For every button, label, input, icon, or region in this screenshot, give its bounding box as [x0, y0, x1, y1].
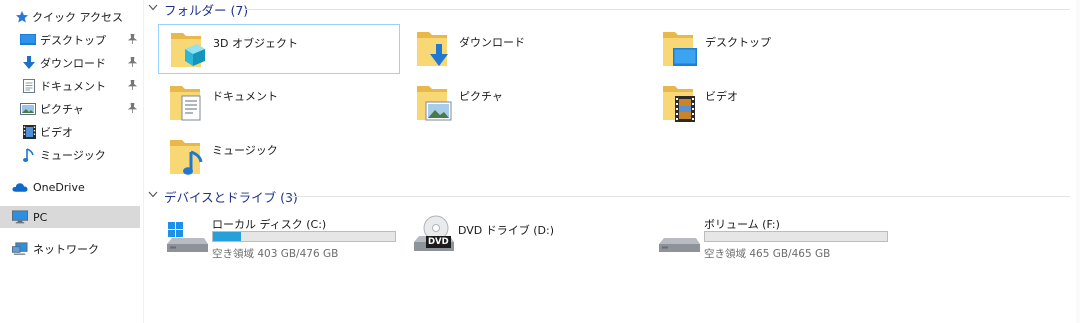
nav-item-downloads[interactable]: ダウンロード — [0, 52, 140, 74]
nav-item-videos[interactable]: ビデオ — [0, 121, 140, 143]
nav-item-music[interactable]: ミュージック — [0, 144, 140, 166]
nav-label: ネットワーク — [33, 243, 99, 256]
folder-label: ミュージック — [212, 144, 278, 157]
group-title: デバイスとドライブ (3) — [164, 189, 298, 205]
onedrive-cloud-icon — [12, 180, 28, 194]
3d-objects-folder-icon — [169, 29, 207, 71]
hard-drive-icon — [658, 214, 700, 256]
folder-tile-music[interactable]: ミュージック — [158, 132, 400, 182]
desktop-icon — [20, 33, 36, 47]
folder-tile-downloads[interactable]: ダウンロード — [405, 24, 647, 74]
videos-icon — [21, 125, 37, 139]
downloads-folder-icon — [415, 28, 453, 70]
network-icon — [12, 242, 28, 256]
nav-item-pictures[interactable]: ピクチャ — [0, 98, 140, 120]
nav-item-desktop[interactable]: デスクトップ — [0, 29, 140, 51]
document-icon — [21, 79, 37, 93]
folder-label: 3D オブジェクト — [213, 37, 298, 50]
scrollbar-track[interactable] — [1076, 0, 1080, 323]
music-icon — [21, 147, 37, 162]
usage-bar-fill — [213, 232, 241, 241]
folder-label: ドキュメント — [212, 90, 278, 103]
free-space-text: 空き領域 403 GB/476 GB — [212, 248, 339, 260]
download-icon — [21, 56, 37, 70]
nav-item-quick-access[interactable]: クイック アクセス — [0, 6, 140, 28]
drive-tile-d[interactable]: DVD DVD ドライブ (D:) — [406, 214, 646, 264]
nav-label: ドキュメント — [40, 80, 106, 93]
drive-label: DVD ドライブ (D:) — [458, 224, 555, 237]
pictures-icon — [20, 102, 36, 116]
nav-label: ビデオ — [40, 126, 73, 139]
folder-tile-documents[interactable]: ドキュメント — [158, 78, 400, 128]
folder-tile-pictures[interactable]: ピクチャ — [405, 78, 647, 128]
drive-label: ボリューム (F:) — [704, 218, 780, 231]
folder-label: ビデオ — [705, 90, 738, 103]
group-title: フォルダー (7) — [164, 2, 249, 18]
nav-item-network[interactable]: ネットワーク — [0, 238, 140, 260]
nav-label: ミュージック — [40, 149, 106, 162]
folders-group-header[interactable]: フォルダー (7) — [148, 0, 248, 18]
nav-item-documents[interactable]: ドキュメント — [0, 75, 140, 97]
music-folder-icon — [168, 136, 206, 178]
star-icon — [14, 10, 30, 24]
nav-label: デスクトップ — [40, 34, 106, 47]
nav-label: ピクチャ — [40, 103, 84, 116]
folder-tile-3d-objects[interactable]: 3D オブジェクト — [158, 24, 400, 74]
documents-folder-icon — [168, 82, 206, 124]
usage-bar — [212, 231, 396, 242]
navigation-pane: クイック アクセス デスクトップ ダウンロード ドキュメント ピクチャ ビデオ … — [0, 0, 144, 323]
pin-icon[interactable] — [127, 79, 138, 93]
dvd-drive-icon — [412, 214, 454, 256]
folder-tile-videos[interactable]: ビデオ — [651, 78, 893, 128]
pc-monitor-icon — [12, 210, 28, 224]
drive-label: ローカル ディスク (C:) — [212, 218, 327, 231]
pin-icon[interactable] — [127, 102, 138, 116]
folder-tile-desktop[interactable]: デスクトップ — [651, 24, 893, 74]
nav-item-onedrive[interactable]: OneDrive — [0, 176, 140, 198]
nav-label: OneDrive — [33, 180, 85, 194]
chevron-down-icon — [148, 191, 160, 201]
folder-label: ダウンロード — [459, 36, 525, 49]
folder-label: デスクトップ — [705, 36, 771, 49]
pictures-folder-icon — [415, 82, 453, 124]
nav-label: PC — [33, 210, 48, 224]
pin-icon[interactable] — [127, 56, 138, 70]
divider — [245, 9, 1070, 10]
videos-folder-icon — [661, 82, 699, 124]
desktop-folder-icon — [661, 28, 699, 70]
folder-label: ピクチャ — [459, 90, 503, 103]
free-space-text: 空き領域 465 GB/465 GB — [704, 248, 831, 260]
pin-icon[interactable] — [127, 33, 138, 47]
drive-tile-c[interactable]: ローカル ディスク (C:) 空き領域 403 GB/476 GB — [160, 214, 400, 264]
nav-label: クイック アクセス — [32, 11, 123, 24]
drives-group-header[interactable]: デバイスとドライブ (3) — [148, 187, 298, 205]
chevron-down-icon — [148, 4, 160, 14]
windows-drive-icon — [166, 214, 208, 256]
dvd-badge: DVD — [426, 236, 451, 248]
nav-label: ダウンロード — [40, 57, 106, 70]
usage-bar — [704, 231, 888, 242]
divider — [290, 196, 1070, 197]
nav-item-pc[interactable]: PC — [0, 206, 140, 228]
drive-tile-f[interactable]: ボリューム (F:) 空き領域 465 GB/465 GB — [652, 214, 892, 264]
